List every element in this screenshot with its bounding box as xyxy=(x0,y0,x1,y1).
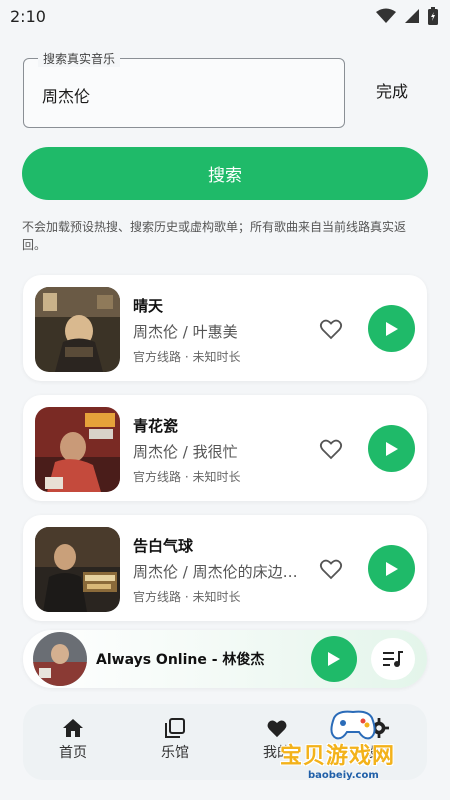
now-playing-cover xyxy=(33,632,87,686)
search-button[interactable]: 搜索 xyxy=(22,147,428,200)
watermark-logo: 宝贝游戏网 baobeiy.com xyxy=(270,708,448,796)
album-cover xyxy=(35,287,120,372)
play-icon xyxy=(385,561,398,576)
song-card-1[interactable]: 晴天 周杰伦 / 叶惠美 官方线路 · 未知时长 xyxy=(23,275,427,381)
song-title: 青花瓷 xyxy=(133,417,179,435)
play-icon xyxy=(328,652,340,666)
signal-icon xyxy=(405,9,419,23)
song-meta: 官方线路 · 未知时长 xyxy=(133,470,241,484)
battery-icon xyxy=(428,7,438,25)
play-button[interactable] xyxy=(368,305,415,352)
album-cover xyxy=(35,407,120,492)
song-meta: 官方线路 · 未知时长 xyxy=(133,350,241,364)
nav-item-home[interactable]: 首页 xyxy=(43,718,103,762)
playlist-icon xyxy=(383,651,403,667)
play-button[interactable] xyxy=(368,425,415,472)
favorite-heart-icon[interactable] xyxy=(319,437,343,461)
song-card-2[interactable]: 青花瓷 周杰伦 / 我很忙 官方线路 · 未知时长 xyxy=(23,395,427,501)
status-icons xyxy=(376,7,438,25)
wifi-icon xyxy=(376,8,396,23)
nav-item-library[interactable]: 乐馆 xyxy=(145,718,205,762)
song-artist: 周杰伦 / 叶惠美 xyxy=(133,323,238,341)
song-title: 晴天 xyxy=(133,297,164,315)
song-artist: 周杰伦 / 周杰伦的床边故事 xyxy=(133,563,303,581)
play-icon xyxy=(385,321,398,336)
watermark-url: baobeiy.com xyxy=(308,770,379,781)
now-playing-title: Always Online - 林俊杰 xyxy=(96,652,265,668)
nav-item-label: 乐馆 xyxy=(161,745,189,761)
gamepad-icon xyxy=(330,710,376,740)
library-icon xyxy=(165,718,185,738)
done-button[interactable]: 完成 xyxy=(362,78,422,102)
favorite-heart-icon[interactable] xyxy=(319,317,343,341)
watermark-text: 宝贝游戏网 xyxy=(280,744,396,769)
status-time: 2:10 xyxy=(10,6,46,26)
search-field[interactable]: 搜索真实音乐 周杰伦 xyxy=(23,50,345,128)
home-icon xyxy=(63,719,83,737)
play-icon xyxy=(385,441,398,456)
search-input[interactable]: 周杰伦 xyxy=(42,83,90,107)
mini-player[interactable]: Always Online - 林俊杰 xyxy=(23,630,427,688)
search-field-label: 搜索真实音乐 xyxy=(38,50,121,67)
favorite-heart-icon[interactable] xyxy=(319,557,343,581)
search-notice: 不会加载预设热搜、搜索历史或虚构歌单；所有歌曲来自当前线路真实返回。 xyxy=(22,220,407,252)
nav-item-label: 首页 xyxy=(59,745,87,761)
queue-button[interactable] xyxy=(371,638,415,680)
status-bar: 2:10 xyxy=(0,0,450,32)
play-button[interactable] xyxy=(368,545,415,592)
song-title: 告白气球 xyxy=(133,537,194,555)
mini-play-button[interactable] xyxy=(311,636,357,682)
song-artist: 周杰伦 / 我很忙 xyxy=(133,443,238,461)
song-meta: 官方线路 · 未知时长 xyxy=(133,590,241,604)
song-card-3[interactable]: 告白气球 周杰伦 / 周杰伦的床边故事 官方线路 · 未知时长 xyxy=(23,515,427,621)
album-cover xyxy=(35,527,120,612)
